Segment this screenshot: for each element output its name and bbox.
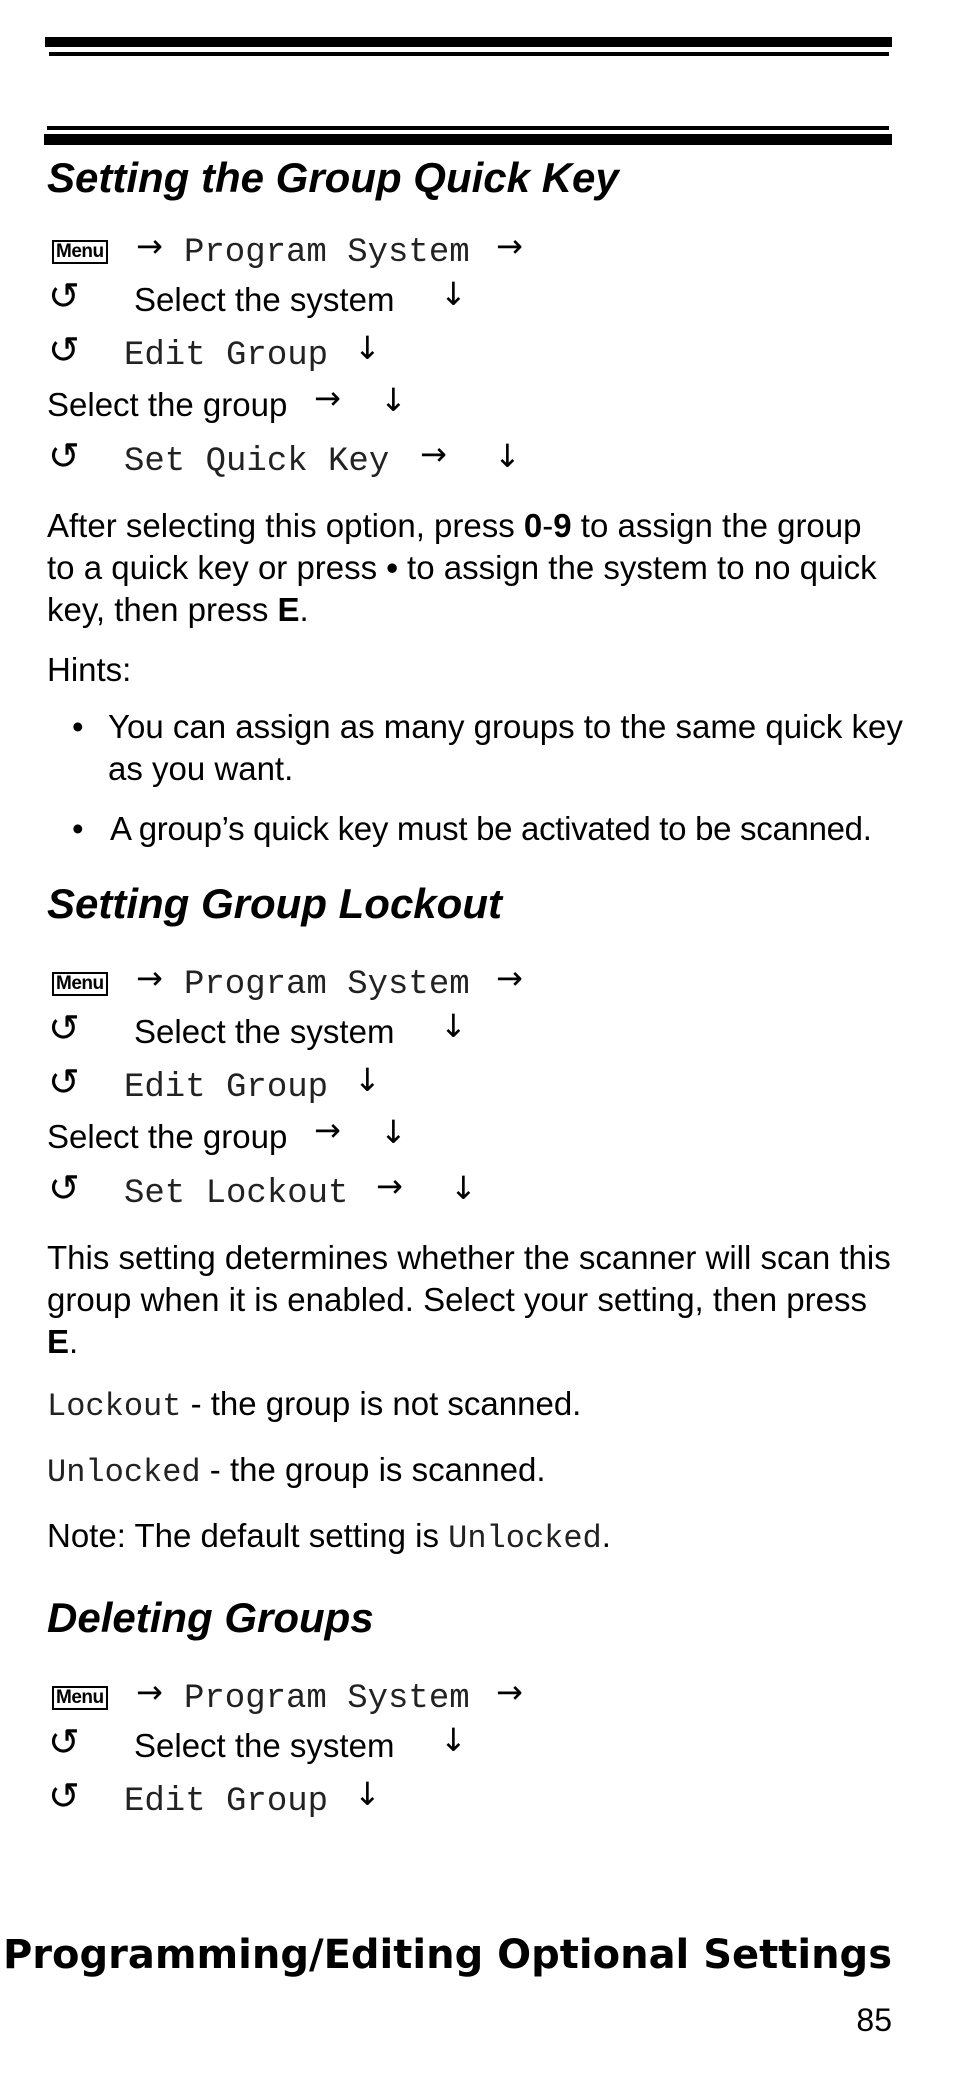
option-value: Unlocked [47, 1454, 201, 1491]
right-arrow-icon: → [496, 1673, 523, 1711]
default-note: Note: The default setting is Unlocked. [47, 1517, 611, 1557]
right-arrow-icon: → [496, 227, 523, 265]
key-0: 0 [523, 507, 543, 544]
step-set-quick-key-label: Set Quick Key [124, 443, 390, 481]
step-program-system: Program System [184, 1680, 470, 1718]
rotate-knob-icon: ↺ [48, 1006, 80, 1050]
right-arrow-icon: → [136, 959, 163, 997]
down-arrow-icon: ↓ [354, 1061, 381, 1099]
step-select-system-label: Select the system [134, 281, 395, 318]
rotate-knob-icon: ↺ [48, 434, 80, 478]
down-arrow-icon: ↓ [380, 381, 407, 419]
step-edit-group-label: Edit Group [124, 1069, 329, 1107]
rotate-knob-icon: ↺ [48, 1060, 80, 1104]
bullet-icon: • [72, 708, 84, 745]
header-rule-thick-top [45, 37, 892, 47]
key-e: E [47, 1323, 70, 1360]
default-value: Unlocked [448, 1520, 602, 1557]
right-arrow-icon: → [314, 379, 341, 417]
step-select-group-label: Select the group [47, 1118, 288, 1155]
rotate-knob-icon: ↺ [48, 328, 80, 372]
menu-key-icon: Menu [52, 972, 108, 996]
down-arrow-icon: ↓ [380, 1113, 407, 1151]
step-program-system: Program System [184, 234, 470, 272]
down-arrow-icon: ↓ [440, 275, 467, 313]
rotate-knob-icon: ↺ [48, 274, 80, 318]
step-select-group-label: Select the group [47, 386, 288, 423]
key-e: E [277, 591, 300, 628]
option-lockout: Lockout - the group is not scanned. [47, 1385, 581, 1425]
menu-key-icon: Menu [52, 1686, 108, 1710]
option-value: Lockout [47, 1388, 182, 1425]
section-title-group-lockout: Setting Group Lockout [47, 880, 502, 927]
step-edit-group-label: Edit Group [124, 337, 329, 375]
section-title-deleting-groups: Deleting Groups [47, 1594, 374, 1641]
hint-item: You can assign as many groups to the sam… [108, 708, 903, 787]
menu-key-icon: Menu [52, 240, 108, 264]
step-edit-group-label: Edit Group [124, 1783, 329, 1821]
bullet-icon: • [72, 810, 84, 847]
step-set-lockout-label: Set Lockout [124, 1175, 349, 1213]
lockout-description: This setting determines whether the scan… [47, 1239, 891, 1360]
section-title-quick-key: Setting the Group Quick Key [47, 154, 619, 201]
down-arrow-icon: ↓ [494, 437, 521, 475]
down-arrow-icon: ↓ [354, 329, 381, 367]
down-arrow-icon: ↓ [440, 1721, 467, 1759]
hint-item: A group’s quick key must be activated to… [110, 810, 872, 847]
quick-key-description: After selecting this option, press 0-9 t… [47, 507, 877, 628]
down-arrow-icon: ↓ [440, 1007, 467, 1045]
option-unlocked: Unlocked - the group is scanned. [47, 1451, 546, 1491]
rotate-knob-icon: ↺ [48, 1720, 80, 1764]
rotate-knob-icon: ↺ [48, 1166, 80, 1210]
chapter-title: Programming/Editing Optional Settings [2, 1932, 892, 1978]
key-9: 9 [553, 507, 572, 544]
step-select-system-label: Select the system [134, 1013, 395, 1050]
right-arrow-icon: → [136, 227, 163, 265]
step-program-system: Program System [184, 966, 470, 1004]
hints-label: Hints: [47, 651, 132, 688]
down-arrow-icon: ↓ [450, 1169, 477, 1207]
right-arrow-icon: → [136, 1673, 163, 1711]
option-description: - the group is scanned. [200, 1451, 546, 1488]
right-arrow-icon: → [376, 1167, 403, 1205]
option-description: - the group is not scanned. [181, 1385, 582, 1422]
header-rule-thin-top [49, 52, 889, 56]
dot-key-icon: • [386, 549, 398, 586]
right-arrow-icon: → [314, 1111, 341, 1149]
right-arrow-icon: → [496, 959, 523, 997]
down-arrow-icon: ↓ [354, 1775, 381, 1813]
right-arrow-icon: → [420, 435, 447, 473]
step-select-system-label: Select the system [134, 1727, 395, 1764]
rotate-knob-icon: ↺ [48, 1774, 80, 1818]
header-rule-thin-bottom [47, 126, 889, 130]
page-number: 85 [856, 2002, 892, 2038]
header-rule-thick-bottom [44, 134, 892, 145]
